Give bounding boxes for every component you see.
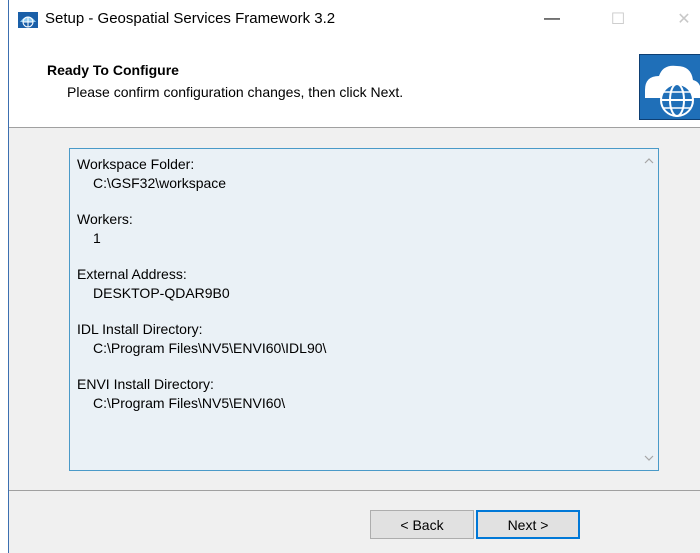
footer-divider	[9, 490, 700, 491]
maximize-button[interactable]: ☐	[595, 0, 641, 38]
minimize-button[interactable]: —	[529, 0, 575, 38]
back-button[interactable]: < Back	[370, 510, 474, 539]
page-title: Ready To Configure	[47, 62, 179, 78]
setup-window: Setup - Geospatial Services Framework 3.…	[8, 0, 700, 553]
entry-label: Workers:	[77, 211, 133, 227]
workers-entry: Workers: 1	[77, 210, 627, 248]
external-address-entry: External Address: DESKTOP-QDAR9B0	[77, 265, 627, 303]
entry-label: IDL Install Directory:	[77, 321, 203, 337]
entry-value: 1	[93, 230, 101, 246]
entry-value: C:\GSF32\workspace	[93, 175, 227, 191]
entry-value: C:\Program Files\NV5\ENVI60\	[93, 395, 286, 411]
envi-install-directory-entry: ENVI Install Directory: C:\Program Files…	[77, 375, 627, 413]
title-bar[interactable]: Setup - Geospatial Services Framework 3.…	[9, 0, 700, 38]
next-button[interactable]: Next >	[476, 510, 580, 539]
scroll-down-arrow-icon[interactable]	[639, 448, 659, 468]
workspace-folder-entry: Workspace Folder: C:\GSF32\workspace	[77, 155, 627, 193]
wizard-header: Ready To Configure Please confirm config…	[9, 38, 700, 128]
entry-label: Workspace Folder:	[77, 156, 195, 172]
entry-label: External Address:	[77, 266, 187, 282]
entry-label: ENVI Install Directory:	[77, 376, 214, 392]
page-subtitle: Please confirm configuration changes, th…	[67, 84, 404, 100]
close-button[interactable]: ✕	[661, 0, 700, 38]
globe-cloud-logo	[639, 54, 700, 120]
entry-value: C:\Program Files\NV5\ENVI60\IDL90\	[93, 340, 327, 356]
vertical-scrollbar[interactable]	[638, 149, 658, 470]
summary-text: Workspace Folder: C:\GSF32\workspace Wor…	[77, 155, 627, 430]
window-title: Setup - Geospatial Services Framework 3.…	[45, 10, 336, 27]
idl-install-directory-entry: IDL Install Directory: C:\Program Files\…	[77, 320, 627, 358]
entry-value: DESKTOP-QDAR9B0	[93, 285, 230, 301]
configuration-summary[interactable]: Workspace Folder: C:\GSF32\workspace Wor…	[69, 148, 659, 471]
scroll-up-arrow-icon[interactable]	[639, 151, 659, 171]
setup-app-icon	[17, 9, 39, 29]
